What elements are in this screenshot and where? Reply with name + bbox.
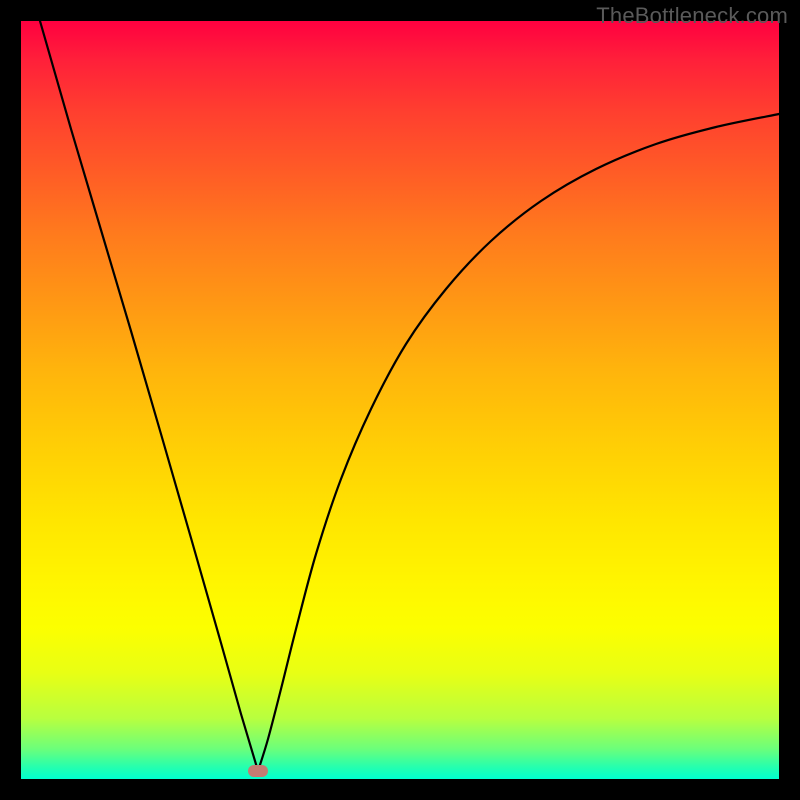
optimum-marker <box>248 765 268 777</box>
curve-right-branch <box>258 114 779 771</box>
curve-left-branch <box>40 21 258 771</box>
watermark-text: TheBottleneck.com <box>596 3 788 29</box>
bottleneck-curve <box>21 21 779 779</box>
